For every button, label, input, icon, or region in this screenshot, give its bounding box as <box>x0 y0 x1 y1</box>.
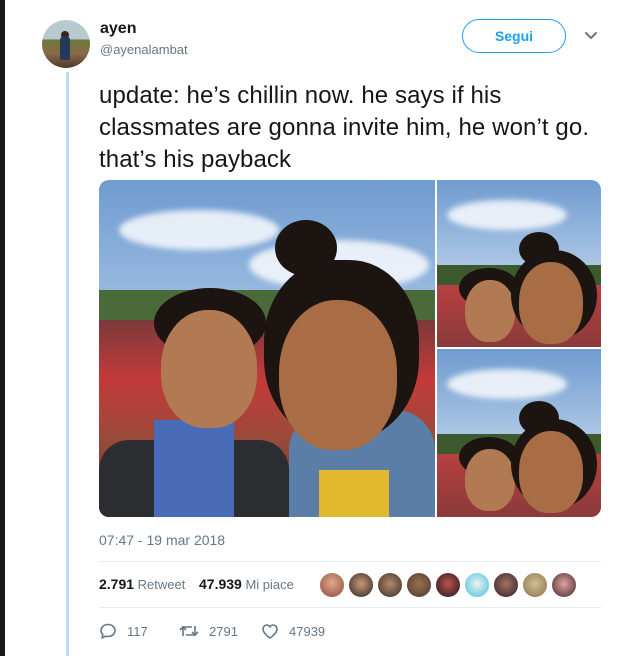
like-count: 47.939 <box>199 576 242 592</box>
retweet-action-count: 2791 <box>209 623 238 639</box>
liker-avatar[interactable] <box>377 572 403 598</box>
liker-avatar[interactable] <box>551 572 577 598</box>
photo-main[interactable] <box>99 180 435 517</box>
thread-line <box>66 72 69 656</box>
photo-top-right[interactable] <box>437 180 601 347</box>
user-avatar[interactable] <box>42 20 90 68</box>
like-action-count: 47939 <box>289 623 326 639</box>
avatar-figure-body <box>60 36 70 60</box>
tweet-stats: 2.791 Retweet 47.939 Mi piace <box>99 576 294 592</box>
liker-avatar[interactable] <box>348 572 374 598</box>
reply-button[interactable]: 117 <box>99 622 148 640</box>
liker-avatar[interactable] <box>464 572 490 598</box>
retweet-count: 2.791 <box>99 576 135 592</box>
divider-bottom <box>99 607 601 608</box>
chevron-down-icon[interactable] <box>584 30 598 42</box>
liker-avatar[interactable] <box>319 572 345 598</box>
tweet-text: update: he’s chillin now. he says if his… <box>99 82 590 173</box>
divider-top <box>99 561 601 562</box>
retweet-button[interactable]: 2791 <box>179 622 238 640</box>
user-handle[interactable]: @ayenalambat <box>100 42 188 57</box>
like-button[interactable]: 47939 <box>261 622 325 640</box>
retweet-stat-label: Retweet <box>137 577 186 592</box>
retweet-icon <box>179 625 199 637</box>
heart-icon <box>262 624 278 639</box>
retweet-stat[interactable]: 2.791 Retweet <box>99 576 189 592</box>
liker-avatar[interactable] <box>522 572 548 598</box>
display-name[interactable]: ayen <box>100 20 136 38</box>
like-stat-label: Mi piace <box>245 577 294 592</box>
reply-icon <box>100 623 116 639</box>
tweet-media-grid[interactable] <box>99 180 601 517</box>
liker-avatar[interactable] <box>435 572 461 598</box>
liker-avatar[interactable] <box>493 572 519 598</box>
reply-count: 117 <box>127 623 148 639</box>
liker-avatar[interactable] <box>406 572 432 598</box>
window-edge <box>0 0 5 656</box>
tweet-timestamp[interactable]: 07:47 - 19 mar 2018 <box>99 532 225 548</box>
like-stat[interactable]: 47.939 Mi piace <box>199 576 294 592</box>
follow-button[interactable]: Segui <box>462 19 566 53</box>
photo-bottom-right[interactable] <box>437 349 601 517</box>
